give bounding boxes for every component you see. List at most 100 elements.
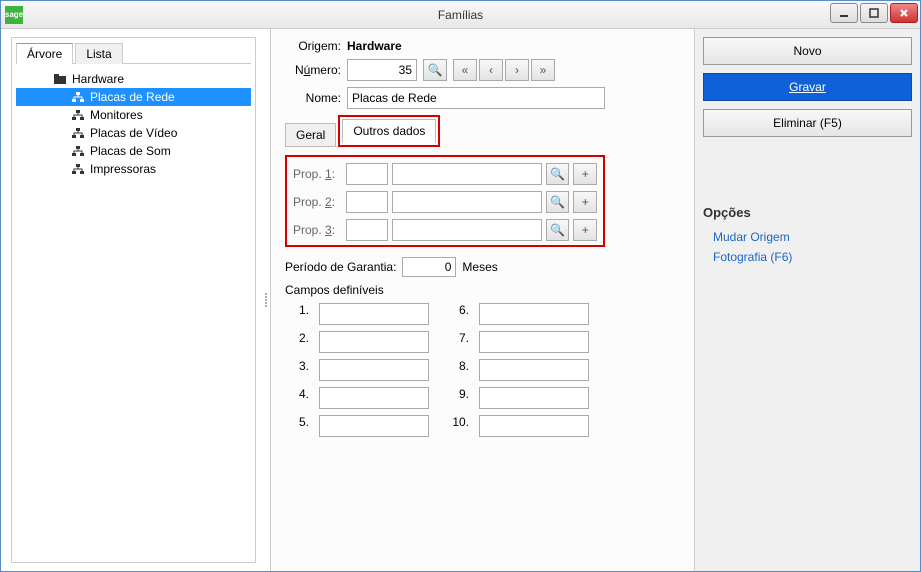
tree-item-label: Placas de Rede — [90, 90, 175, 104]
campo-num: 4. — [285, 387, 309, 409]
prop2-search-button[interactable]: 🔍 — [546, 191, 570, 213]
campo-num: 9. — [439, 387, 469, 409]
right-pane: Novo Gravar Eliminar (F5) Opções Mudar O… — [695, 29, 920, 571]
tab-arvore[interactable]: Árvore — [16, 43, 73, 64]
tree-root-label: Hardware — [72, 72, 124, 86]
fotografia-link[interactable]: Fotografia (F6) — [703, 250, 912, 264]
prop1-search-button[interactable]: 🔍 — [546, 163, 570, 185]
prop3-label: Prop. 3: — [293, 223, 342, 237]
prop2-add-button[interactable]: + — [573, 191, 597, 213]
tree-item-label: Placas de Vídeo — [90, 126, 177, 140]
campo-6-input[interactable] — [479, 303, 589, 325]
numero-input[interactable] — [347, 59, 417, 81]
prop3-code-input[interactable] — [346, 219, 388, 241]
subtab-geral[interactable]: Geral — [285, 123, 336, 147]
search-icon: 🔍 — [428, 63, 443, 77]
campo-num: 3. — [285, 359, 309, 381]
tree-item-impressoras[interactable]: Impressoras — [16, 160, 251, 178]
campo-num: 6. — [439, 303, 469, 325]
campos-title: Campos definíveis — [285, 283, 680, 297]
tree-item-placas-som[interactable]: Placas de Som — [16, 142, 251, 160]
double-chevron-right-icon: » — [540, 63, 547, 77]
campo-num: 7. — [439, 331, 469, 353]
campo-10-input[interactable] — [479, 415, 589, 437]
campo-9-input[interactable] — [479, 387, 589, 409]
subtab-outros-dados[interactable]: Outros dados — [342, 119, 436, 143]
subtab-outros-highlight: Outros dados — [338, 115, 440, 147]
prop1-add-button[interactable]: + — [573, 163, 597, 185]
hierarchy-icon — [72, 146, 84, 156]
hierarchy-icon — [72, 110, 84, 120]
chevron-right-icon: › — [515, 63, 519, 77]
close-button[interactable] — [890, 3, 918, 23]
nome-label: Nome: — [285, 91, 341, 105]
maximize-button[interactable] — [860, 3, 888, 23]
campo-8-input[interactable] — [479, 359, 589, 381]
tree-item-label: Monitores — [90, 108, 143, 122]
garantia-input[interactable] — [402, 257, 456, 277]
titlebar: sage Famílias — [1, 1, 920, 29]
folder-icon — [54, 74, 66, 84]
center-pane: Origem: Hardware Número: 🔍 « ‹ › » Nome:… — [270, 29, 695, 571]
prop2-desc-input[interactable] — [392, 191, 542, 213]
left-pane: Árvore Lista Hardware Placas de Rede — [11, 37, 256, 563]
tree-item-monitores[interactable]: Monitores — [16, 106, 251, 124]
app-icon: sage — [5, 6, 23, 24]
campo-num: 1. — [285, 303, 309, 325]
origem-value: Hardware — [347, 39, 402, 53]
campo-num: 5. — [285, 415, 309, 437]
search-icon: 🔍 — [550, 223, 565, 237]
campos-grid: 1. 6. 2. 7. 3. 8. 4. 9. 5. 10. — [285, 303, 680, 437]
plus-icon: + — [582, 167, 589, 181]
tree-item-label: Impressoras — [90, 162, 156, 176]
numero-search-button[interactable]: 🔍 — [423, 59, 447, 81]
prop2-code-input[interactable] — [346, 191, 388, 213]
campo-7-input[interactable] — [479, 331, 589, 353]
novo-button[interactable]: Novo — [703, 37, 912, 65]
window-title: Famílias — [438, 8, 483, 22]
campo-2-input[interactable] — [319, 331, 429, 353]
campo-num: 2. — [285, 331, 309, 353]
campo-num: 10. — [439, 415, 469, 437]
tree-root-hardware[interactable]: Hardware — [16, 70, 251, 88]
campo-num: 8. — [439, 359, 469, 381]
campo-4-input[interactable] — [319, 387, 429, 409]
minimize-button[interactable] — [830, 3, 858, 23]
numero-label: Número: — [285, 63, 341, 77]
chevron-left-icon: ‹ — [489, 63, 493, 77]
prop2-label: Prop. 2: — [293, 195, 342, 209]
search-icon: 🔍 — [550, 167, 565, 181]
hierarchy-icon — [72, 128, 84, 138]
hierarchy-icon — [72, 92, 84, 102]
prop3-desc-input[interactable] — [392, 219, 542, 241]
nav-prev-button[interactable]: ‹ — [479, 59, 503, 81]
props-box: Prop. 1: 🔍 + Prop. 2: 🔍 + Prop. 3: 🔍 + — [285, 155, 605, 247]
prop1-label: Prop. 1: — [293, 167, 342, 181]
garantia-unit: Meses — [462, 260, 497, 274]
search-icon: 🔍 — [550, 195, 565, 209]
nav-next-button[interactable]: › — [505, 59, 529, 81]
prop1-code-input[interactable] — [346, 163, 388, 185]
splitter[interactable] — [262, 29, 270, 571]
campo-1-input[interactable] — [319, 303, 429, 325]
prop3-add-button[interactable]: + — [573, 219, 597, 241]
tree-item-placas-video[interactable]: Placas de Vídeo — [16, 124, 251, 142]
prop1-desc-input[interactable] — [392, 163, 542, 185]
tree: Hardware Placas de Rede Monitores Placas… — [12, 64, 255, 562]
mudar-origem-link[interactable]: Mudar Origem — [703, 230, 912, 244]
campo-3-input[interactable] — [319, 359, 429, 381]
campo-5-input[interactable] — [319, 415, 429, 437]
origem-label: Origem: — [285, 39, 341, 53]
garantia-label: Período de Garantia: — [285, 260, 396, 274]
nav-last-button[interactable]: » — [531, 59, 555, 81]
opcoes-title: Opções — [703, 205, 912, 220]
window-controls — [830, 3, 918, 23]
gravar-button[interactable]: Gravar — [703, 73, 912, 101]
nav-first-button[interactable]: « — [453, 59, 477, 81]
eliminar-button[interactable]: Eliminar (F5) — [703, 109, 912, 137]
nome-input[interactable] — [347, 87, 605, 109]
plus-icon: + — [582, 195, 589, 209]
tree-item-placas-rede[interactable]: Placas de Rede — [16, 88, 251, 106]
prop3-search-button[interactable]: 🔍 — [546, 219, 570, 241]
tab-lista[interactable]: Lista — [75, 43, 122, 64]
